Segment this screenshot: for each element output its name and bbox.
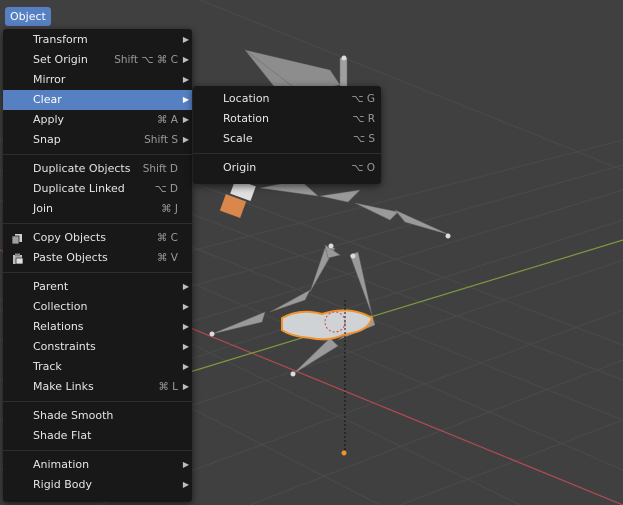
menu-item-snap[interactable]: Snap Shift S ▶ [3, 130, 192, 150]
menu-item-location[interactable]: Location ⌥ G [193, 89, 381, 109]
menu-item-rigid-body[interactable]: Rigid Body ▶ [3, 475, 192, 495]
menu-separator [3, 154, 192, 155]
menu-item-label: Set Origin [33, 53, 88, 66]
menu-item-label: Scale [223, 132, 253, 145]
menu-item-parent[interactable]: Parent ▶ [3, 277, 192, 297]
menu-item-label: Copy Objects [33, 231, 106, 244]
submenu-arrow-icon: ▶ [182, 480, 189, 489]
menu-item-copy-objects[interactable]: Copy Objects ⌘ C [3, 228, 192, 248]
menu-item-animation[interactable]: Animation ▶ [3, 455, 192, 475]
menu-item-rotation[interactable]: Rotation ⌥ R [193, 109, 381, 129]
menu-item-paste-objects[interactable]: Paste Objects ⌘ V [3, 248, 192, 268]
menu-item-shortcut: ⌘ J [161, 203, 178, 215]
menu-separator [3, 272, 192, 273]
menu-item-label: Track [33, 360, 62, 373]
menu-item-duplicate-linked[interactable]: Duplicate Linked ⌥ D [3, 179, 192, 199]
menu-item-label: Snap [33, 133, 61, 146]
menu-item-shortcut: Shift S [144, 134, 178, 146]
menu-separator [3, 401, 192, 402]
menu-item-make-links[interactable]: Make Links ⌘ L ▶ [3, 377, 192, 397]
menu-item-shortcut: ⌥ R [352, 113, 375, 125]
menu-item-label: Apply [33, 113, 65, 126]
menu-item-origin[interactable]: Origin ⌥ O [193, 158, 381, 178]
submenu-arrow-icon: ▶ [182, 115, 189, 124]
menu-item-label: Animation [33, 458, 90, 471]
menu-item-label: Origin [223, 161, 257, 174]
submenu-arrow-icon: ▶ [182, 382, 189, 391]
menu-item-set-origin[interactable]: Set Origin Shift ⌥ ⌘ C ▶ [3, 50, 192, 70]
submenu-arrow-icon: ▶ [182, 135, 189, 144]
menu-item-label: Transform [33, 33, 88, 46]
menu-item-label: Collection [33, 300, 88, 313]
menu-item-join[interactable]: Join ⌘ J [3, 199, 192, 219]
clear-submenu: Location ⌥ G Rotation ⌥ R Scale ⌥ S Origin ⌥ O [193, 86, 381, 184]
submenu-arrow-icon: ▶ [182, 342, 189, 351]
menu-item-shortcut: ⌘ V [156, 252, 178, 264]
paste-icon [11, 252, 24, 265]
menu-item-label: Duplicate Objects [33, 162, 131, 175]
menu-item-shade-flat[interactable]: Shade Flat [3, 426, 192, 446]
submenu-arrow-icon: ▶ [182, 75, 189, 84]
menu-separator [193, 153, 381, 154]
menu-item-label: Parent [33, 280, 69, 293]
menu-item-relations[interactable]: Relations ▶ [3, 317, 192, 337]
submenu-arrow-icon: ▶ [182, 282, 189, 291]
menu-item-label: Paste Objects [33, 251, 108, 264]
menu-item-shortcut: ⌥ S [352, 133, 375, 145]
menu-item-label: Shade Smooth [33, 409, 114, 422]
menu-separator [3, 223, 192, 224]
menu-item-collection[interactable]: Collection ▶ [3, 297, 192, 317]
menu-item-label: Mirror [33, 73, 66, 86]
menu-item-shortcut: ⌥ G [351, 93, 375, 105]
menu-item-shortcut: ⌥ D [154, 183, 178, 195]
menu-separator [3, 450, 192, 451]
menu-item-label: Rigid Body [33, 478, 92, 491]
copy-icon [11, 232, 24, 245]
object-menu-button[interactable]: Object [5, 7, 51, 26]
menu-item-shortcut: ⌘ A [156, 114, 178, 126]
object-menu: Transform ▶ Set Origin Shift ⌥ ⌘ C ▶ Mirror ▶ C… [3, 29, 192, 502]
submenu-arrow-icon: ▶ [182, 460, 189, 469]
submenu-arrow-icon: ▶ [182, 362, 189, 371]
menu-item-label: Shade Flat [33, 429, 92, 442]
menu-item-label: Make Links [33, 380, 94, 393]
submenu-arrow-icon: ▶ [182, 322, 189, 331]
menu-item-label: Duplicate Linked [33, 182, 125, 195]
menu-item-clear[interactable]: Clear ▶ [3, 90, 192, 110]
menu-item-transform[interactable]: Transform ▶ [3, 30, 192, 50]
submenu-arrow-icon: ▶ [182, 55, 189, 64]
menu-item-shortcut: ⌘ C [156, 232, 178, 244]
menu-item-shade-smooth[interactable]: Shade Smooth [3, 406, 192, 426]
menu-item-shortcut: Shift D [142, 163, 178, 175]
menu-item-shortcut: ⌘ L [158, 381, 178, 393]
menu-item-duplicate-objects[interactable]: Duplicate Objects Shift D [3, 159, 192, 179]
submenu-arrow-icon: ▶ [182, 95, 189, 104]
menu-item-shortcut: ⌥ O [351, 162, 375, 174]
menu-item-mirror[interactable]: Mirror ▶ [3, 70, 192, 90]
object-origin-point [341, 450, 347, 456]
menu-item-track[interactable]: Track ▶ [3, 357, 192, 377]
submenu-arrow-icon: ▶ [182, 302, 189, 311]
menu-item-label: Location [223, 92, 270, 105]
menu-item-scale[interactable]: Scale ⌥ S [193, 129, 381, 149]
menu-item-label: Relations [33, 320, 84, 333]
menu-item-label: Join [33, 202, 54, 215]
menu-item-label: Rotation [223, 112, 270, 125]
menu-item-constraints[interactable]: Constraints ▶ [3, 337, 192, 357]
menu-item-apply[interactable]: Apply ⌘ A ▶ [3, 110, 192, 130]
menu-item-shortcut: Shift ⌥ ⌘ C [114, 54, 178, 66]
menu-item-label: Clear [33, 93, 62, 106]
submenu-arrow-icon: ▶ [182, 35, 189, 44]
menu-item-label: Constraints [33, 340, 96, 353]
